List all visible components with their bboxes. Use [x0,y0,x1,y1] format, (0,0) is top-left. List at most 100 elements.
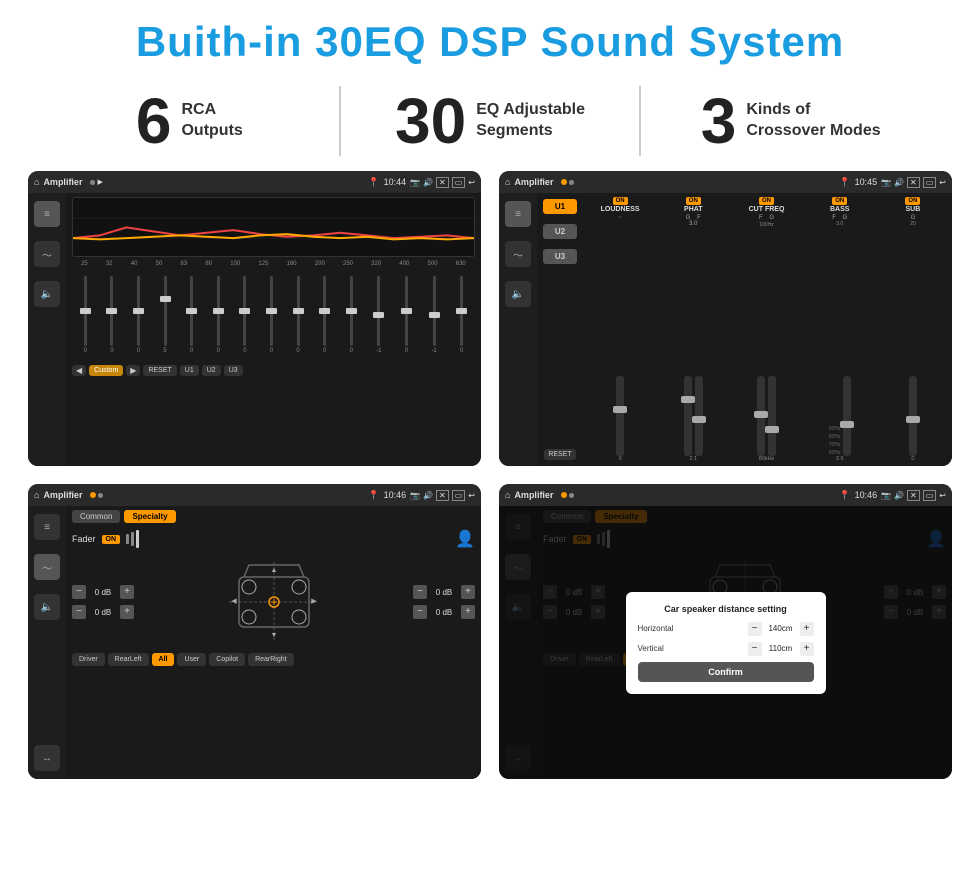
copilot-btn[interactable]: Copilot [209,653,245,666]
fader-bar-2 [131,532,134,546]
speaker-sidebar-btn-3[interactable]: 🔈 [34,594,60,620]
cutfreq-on-badge: ON [759,197,774,205]
db-val-3: 0 dB [432,588,456,597]
cross-reset-btn[interactable]: RESET [544,449,575,460]
eq-sidebar-btn-3[interactable]: ≡ [34,514,60,540]
eq-slider-5[interactable]: 0 [190,270,193,360]
dialog-box: Car speaker distance setting Horizontal … [626,592,826,694]
u2-cross-btn[interactable]: U2 [543,224,577,239]
custom-btn[interactable]: Custom [89,365,123,376]
eq-slider-4[interactable]: 5 [163,270,166,360]
vertical-minus-btn[interactable]: − [748,642,762,656]
eq-bottom-bar: ◀ Custom ▶ RESET U1 U2 U3 [72,363,475,378]
eq-slider-8[interactable]: 0 [270,270,273,360]
prev-btn[interactable]: ◀ [72,365,86,376]
screen4-time: 10:46 [855,490,878,500]
waveform-sidebar-btn[interactable]: 〜 [34,241,60,267]
eq-freq-labels: 253240506380100125160200250320400500630 [72,261,475,267]
fader-bottom-btns: Driver RearLeft All User Copilot RearRig… [72,653,475,666]
play-btn[interactable]: ▶ [126,365,140,376]
waveform-sidebar-btn-3[interactable]: 〜 [34,554,60,580]
user-btn[interactable]: User [177,653,206,666]
db-minus-3[interactable]: − [413,585,427,599]
eq-slider-1[interactable]: 0 [84,270,87,360]
eq-slider-7[interactable]: 0 [243,270,246,360]
location-icon-4: 📍 [839,490,850,501]
home-icon: ⌂ [34,177,39,187]
sub-on-badge: ON [905,197,920,205]
db-plus-4[interactable]: + [461,605,475,619]
cross-col-phat: ON PHAT G F 3.0 2.1 [658,197,728,462]
close-icon-3: ✕ [436,490,449,501]
cross-columns: ON LOUDNESS ~ 0 ON PHAT [583,193,952,466]
eq-slider-10[interactable]: 0 [323,270,326,360]
cutfreq-slider[interactable] [731,229,801,456]
loudness-slider[interactable] [585,221,655,456]
waveform-sidebar-btn-2[interactable]: 〜 [505,241,531,267]
vertical-plus-btn[interactable]: + [800,642,814,656]
screen1-topbar: ⌂ Amplifier ▶ 📍 10:44 📷 🔊 ✕ ▭ ↩ [28,171,481,193]
screen2-topbar: ⌂ Amplifier 📍 10:45 📷 🔊 ✕ ▭ ↩ [499,171,952,193]
eq-slider-13[interactable]: 0 [405,270,408,360]
eq-slider-2[interactable]: 0 [110,270,113,360]
speaker-sidebar-btn[interactable]: 🔈 [34,281,60,307]
window-icon: ▭ [452,177,466,188]
screen-crossover: ⌂ Amplifier 📍 10:45 📷 🔊 ✕ ▭ ↩ ≡ 〜 🔈 [499,171,952,466]
screen-eq: ⌂ Amplifier ▶ 📍 10:44 📷 🔊 ✕ ▭ ↩ ≡ 〜 🔈 [28,171,481,466]
eq-slider-12[interactable]: -1 [376,270,381,360]
horizontal-minus-btn[interactable]: − [748,622,762,636]
screen2-title: Amplifier [514,177,553,187]
db-plus-3[interactable]: + [461,585,475,599]
db-minus-4[interactable]: − [413,605,427,619]
stat-crossover-label: Kinds ofCrossover Modes [746,100,880,142]
u3-btn[interactable]: U3 [224,365,243,376]
surround-btn-3[interactable]: ↔ [34,745,60,771]
horizontal-value: 140cm [765,624,797,633]
u1-cross-btn[interactable]: U1 [543,199,577,214]
svg-text:◀: ◀ [231,598,237,605]
eq-slider-9[interactable]: 0 [296,270,299,360]
back-icon-4: ↩ [939,491,946,500]
volume-icon: 🔊 [423,178,433,187]
screen4-title: Amplifier [514,490,553,500]
bass-slider[interactable]: 90Hz80Hz70Hz60Hz [805,227,875,456]
screen2-sidebar: ≡ 〜 🔈 [499,193,537,466]
eq-slider-14[interactable]: -1 [431,270,436,360]
vertical-value: 110cm [765,644,797,653]
horizontal-plus-btn[interactable]: + [800,622,814,636]
all-btn[interactable]: All [152,653,175,666]
eq-sidebar-btn-2[interactable]: ≡ [505,201,531,227]
db-plus-1[interactable]: + [120,585,134,599]
sub-slider[interactable] [878,227,948,456]
eq-sidebar-btn[interactable]: ≡ [34,201,60,227]
cross-left-panel: U1 U2 U3 RESET [537,193,583,466]
rear-left-btn[interactable]: RearLeft [108,653,149,666]
driver-btn[interactable]: Driver [72,653,105,666]
eq-slider-15[interactable]: 0 [460,270,463,360]
status-dot-3 [569,180,574,185]
db-minus-1[interactable]: − [72,585,86,599]
screen2-content: ≡ 〜 🔈 U1 U2 U3 RESET ON LOUDNESS [499,193,952,466]
db-minus-2[interactable]: − [72,605,86,619]
stat-rca-label: RCAOutputs [181,100,242,142]
stat-eq-number: 30 [395,89,466,153]
u1-btn[interactable]: U1 [180,365,199,376]
svg-text:▼: ▼ [270,632,277,639]
vertical-label: Vertical [638,644,664,653]
specialty-tab[interactable]: Specialty [124,510,175,523]
svg-text:▲: ▲ [270,567,277,574]
speaker-sidebar-btn-2[interactable]: 🔈 [505,281,531,307]
u3-cross-btn[interactable]: U3 [543,249,577,264]
phat-slider[interactable] [658,227,728,456]
db-plus-2[interactable]: + [120,605,134,619]
u2-btn[interactable]: U2 [202,365,221,376]
confirm-button[interactable]: Confirm [638,662,814,682]
cutfreq-title: CUT FREQ [749,206,785,213]
eq-slider-11[interactable]: 0 [350,270,353,360]
eq-slider-3[interactable]: 0 [137,270,140,360]
reset-btn[interactable]: RESET [143,365,176,376]
phat-on-badge: ON [686,197,701,205]
eq-slider-6[interactable]: 0 [217,270,220,360]
rear-right-btn[interactable]: RearRight [248,653,294,666]
common-tab[interactable]: Common [72,510,120,523]
